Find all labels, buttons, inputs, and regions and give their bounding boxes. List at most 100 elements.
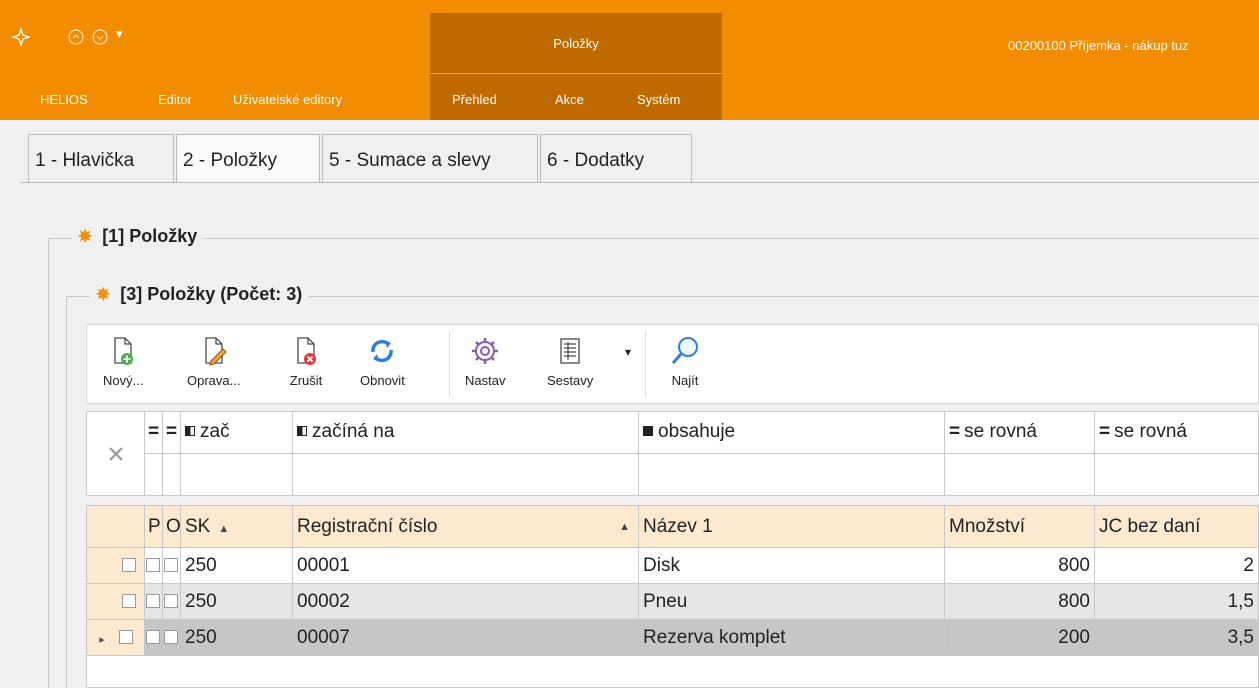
cell-price[interactable]: 3,5: [1095, 620, 1258, 656]
group-star-icon: ✵: [96, 285, 111, 304]
edit-document-icon: [205, 337, 227, 366]
ribbon-tab-system[interactable]: Systém: [637, 92, 680, 107]
grid-toolbar: Nový... Oprava... Zrušit Obnovit Nastav …: [86, 324, 1259, 404]
cell-name[interactable]: Rezerva komplet: [639, 620, 945, 656]
p-checkbox[interactable]: [146, 558, 160, 572]
report-icon: [560, 338, 580, 364]
filter-condition-p[interactable]: =: [145, 412, 163, 454]
equals-label: =: [1099, 421, 1111, 442]
column-header-name[interactable]: Název 1: [639, 506, 945, 548]
filter-input-p[interactable]: [145, 454, 163, 495]
refresh-icon: [371, 339, 394, 363]
refresh-button[interactable]: Obnovit: [360, 333, 405, 388]
p-checkbox[interactable]: [146, 594, 160, 608]
close-icon: [108, 447, 123, 461]
tab-items[interactable]: 2 - Položky: [176, 134, 320, 182]
qat-dropdown-icon[interactable]: ▾: [116, 26, 123, 42]
p-checkbox[interactable]: [146, 630, 160, 644]
filter-condition-o[interactable]: =: [163, 412, 181, 454]
cell-sk[interactable]: 250: [181, 620, 293, 656]
filter-input-name[interactable]: [639, 454, 945, 495]
reports-dropdown-icon[interactable]: ▾: [625, 345, 631, 359]
o-checkbox[interactable]: [164, 594, 178, 608]
app-logo-icon[interactable]: [10, 26, 32, 51]
cell-qty[interactable]: 200: [945, 620, 1095, 656]
column-header-price[interactable]: JC bez daní: [1095, 506, 1258, 548]
cell-p[interactable]: [145, 584, 163, 620]
row-select-cell[interactable]: [87, 548, 145, 584]
ribbon-tab-overview[interactable]: Přehled: [452, 92, 497, 107]
table-row[interactable]: 250 00001 Disk 800 2: [87, 548, 1258, 584]
new-button[interactable]: Nový...: [103, 333, 143, 388]
column-header-sk[interactable]: SK ▲: [181, 506, 293, 548]
filter-panel: = = zač začíná na obsahuje = se rovná = se…: [86, 411, 1259, 496]
reports-button[interactable]: Sestavy: [547, 333, 593, 388]
find-button[interactable]: Najít: [667, 333, 703, 388]
filter-condition-name-label: obsahuje: [658, 421, 736, 442]
ribbon: ▾ Položky 00200100 Příjemka - nákup tuz …: [0, 0, 1259, 120]
row-checkbox[interactable]: [119, 630, 133, 644]
cell-o[interactable]: [163, 548, 181, 584]
filter-condition-price[interactable]: = se rovná: [1095, 412, 1258, 454]
cell-reg[interactable]: 00002: [293, 584, 639, 620]
ribbon-tab-helios[interactable]: HELIOS: [40, 92, 88, 107]
ribbon-tab-actions[interactable]: Akce: [555, 92, 584, 107]
context-divider: [430, 73, 722, 74]
filter-input-price[interactable]: [1095, 454, 1258, 495]
clear-filter-button[interactable]: [87, 412, 145, 495]
starts-with-icon: [185, 426, 195, 436]
row-select-cell[interactable]: ▸: [87, 620, 145, 656]
table-row-current[interactable]: ▸ 250 00007 Rezerva komplet 200 3,5: [87, 620, 1258, 656]
o-checkbox[interactable]: [164, 630, 178, 644]
edit-button[interactable]: Oprava...: [187, 333, 240, 388]
toolbar-separator: [449, 331, 450, 397]
filter-condition-name[interactable]: obsahuje: [639, 412, 945, 454]
column-header-p[interactable]: P: [145, 506, 163, 548]
filter-input-o[interactable]: [163, 454, 181, 495]
back-icon[interactable]: [68, 29, 84, 50]
tab-appendix[interactable]: 6 - Dodatky: [540, 134, 692, 182]
column-header-sk-label: SK: [185, 516, 211, 537]
filter-condition-sk[interactable]: zač: [181, 412, 293, 454]
filter-input-reg[interactable]: [293, 454, 639, 495]
ribbon-tab-editor[interactable]: Editor: [158, 92, 192, 107]
row-select-cell[interactable]: [87, 584, 145, 620]
column-header-reg-label: Registrační číslo: [297, 516, 438, 537]
cell-o[interactable]: [163, 620, 181, 656]
filter-condition-price-label: se rovná: [1114, 421, 1187, 442]
row-checkbox[interactable]: [122, 594, 136, 608]
column-header-o[interactable]: O: [163, 506, 181, 548]
inner-group-title: ✵ [3] Položky (Počet: 3): [90, 284, 309, 305]
cell-qty[interactable]: 800: [945, 548, 1095, 584]
contains-icon: [643, 426, 653, 436]
ribbon-tab-user-editors[interactable]: Uživatelské editory: [233, 92, 342, 107]
edit-button-label: Oprava...: [187, 373, 241, 388]
tab-sums-discounts[interactable]: 5 - Sumace a slevy: [322, 134, 538, 182]
column-header-reg[interactable]: Registrační číslo ▲: [293, 506, 639, 548]
filter-condition-reg[interactable]: začíná na: [293, 412, 639, 454]
cell-p[interactable]: [145, 620, 163, 656]
column-header-qty[interactable]: Množství: [945, 506, 1095, 548]
cell-p[interactable]: [145, 548, 163, 584]
cell-name[interactable]: Pneu: [639, 584, 945, 620]
cancel-button[interactable]: Zrušit: [288, 333, 324, 388]
table-row[interactable]: 250 00002 Pneu 800 1,5: [87, 584, 1258, 620]
settings-button[interactable]: Nastav: [465, 333, 505, 388]
o-checkbox[interactable]: [164, 558, 178, 572]
forward-icon[interactable]: [92, 29, 108, 50]
filter-condition-qty[interactable]: = se rovná: [945, 412, 1095, 454]
cell-sk[interactable]: 250: [181, 584, 293, 620]
cell-price[interactable]: 2: [1095, 548, 1258, 584]
cell-price[interactable]: 1,5: [1095, 584, 1258, 620]
cell-o[interactable]: [163, 584, 181, 620]
cell-qty[interactable]: 800: [945, 584, 1095, 620]
filter-input-sk[interactable]: [181, 454, 293, 495]
row-checkbox[interactable]: [122, 558, 136, 572]
filter-input-qty[interactable]: [945, 454, 1095, 495]
tab-header[interactable]: 1 - Hlavička: [28, 134, 174, 182]
cell-reg[interactable]: 00001: [293, 548, 639, 584]
cell-sk[interactable]: 250: [181, 548, 293, 584]
outer-group-title: ✵ [1] Položky: [72, 226, 204, 247]
cell-name[interactable]: Disk: [639, 548, 945, 584]
cell-reg[interactable]: 00007: [293, 620, 639, 656]
